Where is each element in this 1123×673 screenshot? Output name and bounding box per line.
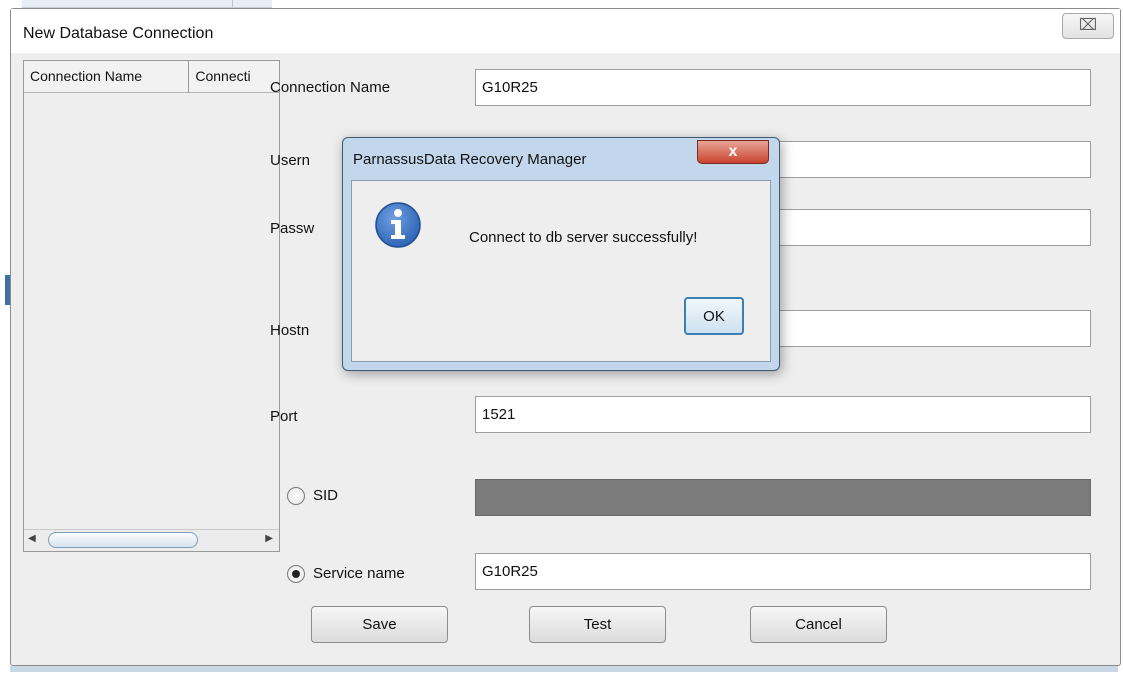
connection-name-input[interactable]: G10R25 xyxy=(475,69,1091,106)
test-button[interactable]: Test xyxy=(529,606,666,643)
info-icon xyxy=(375,202,421,248)
horizontal-scrollbar[interactable]: ◀ ▶ xyxy=(24,529,279,551)
port-label: Port xyxy=(270,408,298,425)
service-name-label[interactable]: Service name xyxy=(313,565,405,582)
dialog-title: New Database Connection xyxy=(23,25,214,42)
service-name-radio[interactable] xyxy=(287,565,305,583)
scroll-left-icon[interactable]: ◀ xyxy=(28,533,36,544)
cancel-button[interactable]: Cancel xyxy=(750,606,887,643)
port-input[interactable]: 1521 xyxy=(475,396,1091,433)
username-label: Usern xyxy=(270,152,311,169)
message-close-button[interactable]: x xyxy=(697,140,769,164)
password-label: Passw xyxy=(270,220,315,237)
scrollbar-thumb[interactable] xyxy=(48,532,198,548)
connection-name-label: Connection Name xyxy=(270,79,391,96)
dialog-close-button[interactable]: ⌧ xyxy=(1062,13,1114,39)
hostname-label: Hostn xyxy=(270,322,310,339)
background-window-bottom xyxy=(10,666,1118,672)
message-dialog-body: Connect to db server successfully! OK xyxy=(351,180,771,362)
ok-button[interactable]: OK xyxy=(684,297,744,335)
message-dialog: ParnassusData Recovery Manager x Connect… xyxy=(342,137,780,371)
column-header-connection-name[interactable]: Connection Name xyxy=(24,61,190,93)
background-window-strip xyxy=(22,0,272,8)
connection-list-table[interactable]: Connection Name Connecti ◀ ▶ xyxy=(23,60,280,552)
save-button[interactable]: Save xyxy=(311,606,448,643)
scroll-right-icon[interactable]: ▶ xyxy=(265,533,273,544)
dialog-titlebar: New Database Connection ⌧ xyxy=(11,9,1120,53)
message-text: Connect to db server successfully! xyxy=(469,229,698,246)
sid-input xyxy=(475,479,1091,516)
service-name-input[interactable]: G10R25 xyxy=(475,553,1091,590)
message-dialog-title: ParnassusData Recovery Manager xyxy=(353,151,587,168)
sid-label[interactable]: SID xyxy=(313,487,338,504)
column-header-connection-2[interactable]: Connecti xyxy=(189,61,279,93)
connection-list-header: Connection Name Connecti xyxy=(24,61,279,93)
sid-radio[interactable] xyxy=(287,487,305,505)
